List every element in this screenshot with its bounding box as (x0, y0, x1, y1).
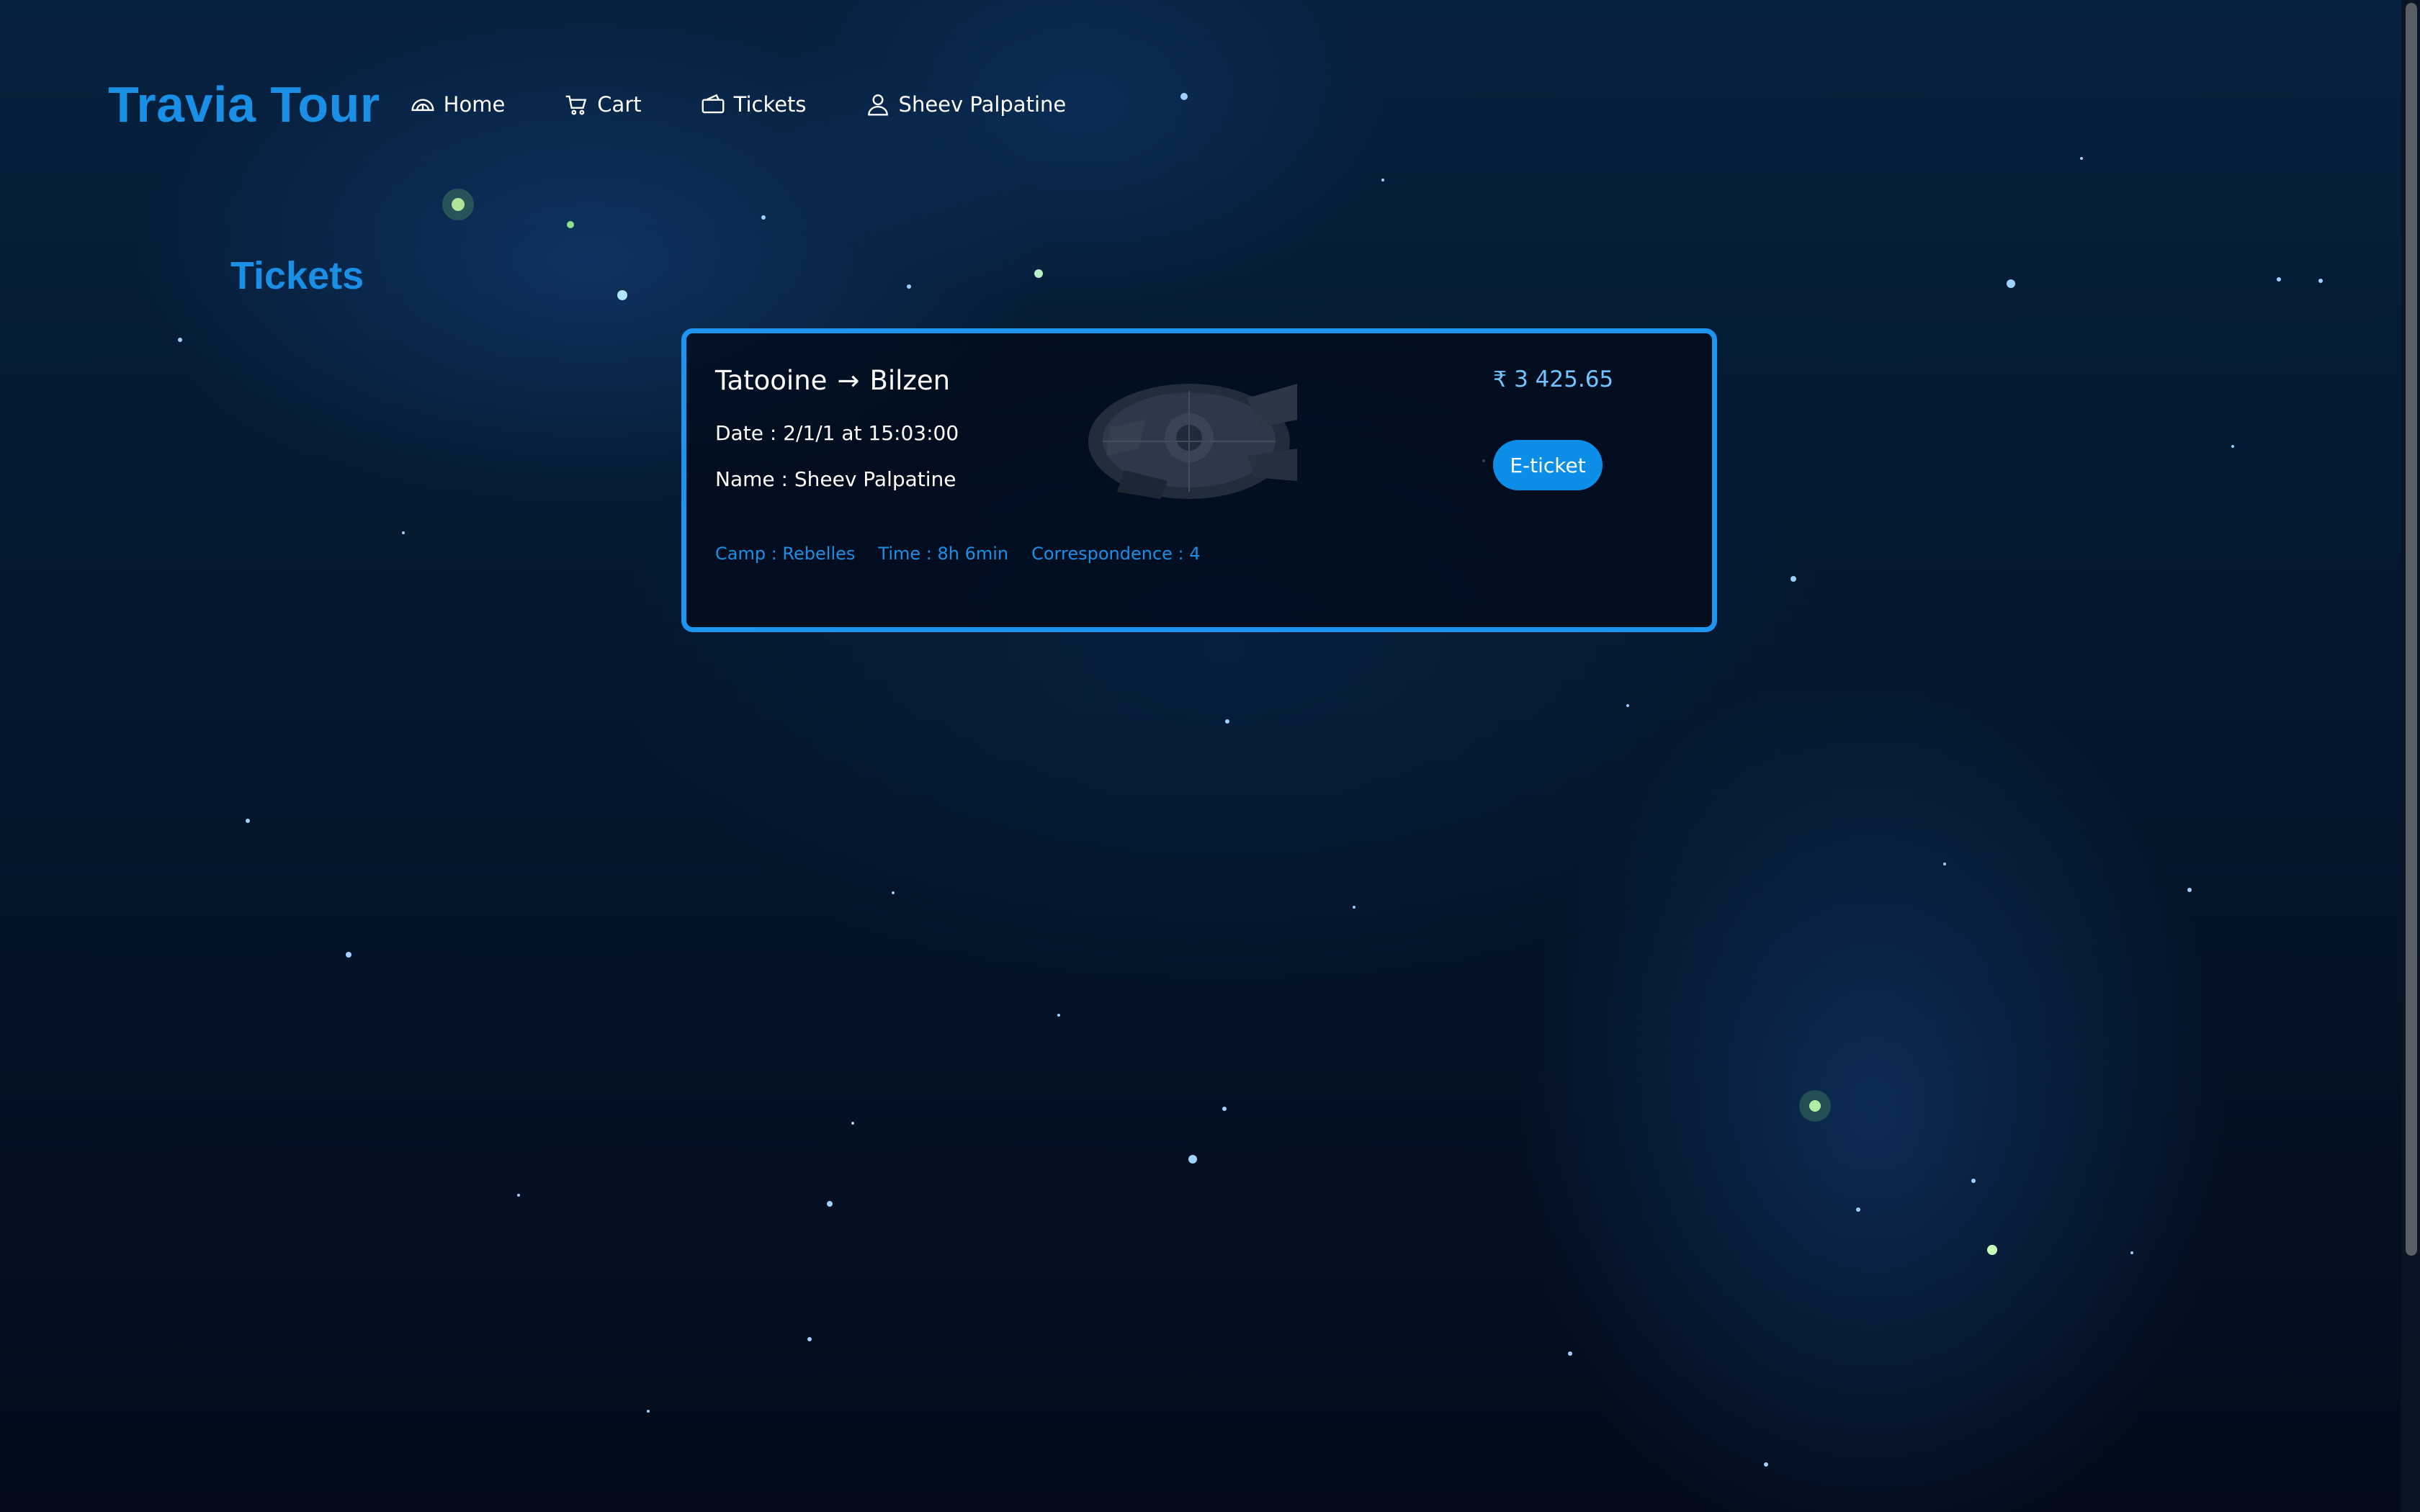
nav-label-home: Home (443, 92, 506, 117)
top-navigation: Travia Tour Home Cart Tickets Sheev Palp… (108, 72, 1124, 137)
nav-label-tickets: Tickets (733, 92, 807, 117)
spaceship-icon (1088, 384, 1297, 499)
starfield-background (178, 93, 2323, 1467)
ticket-icon (702, 94, 725, 114)
home-dome-icon (411, 99, 434, 112)
scrollbar[interactable] (2401, 0, 2420, 1512)
scrollbar-thumb[interactable] (2406, 3, 2417, 1256)
cart-icon (566, 95, 587, 115)
route-arrow: → (837, 365, 860, 396)
nav-label-cart: Cart (597, 92, 642, 117)
user-icon (867, 94, 888, 116)
nav-item-tickets[interactable]: Tickets (699, 91, 807, 118)
eticket-button[interactable]: E-ticket (1493, 440, 1603, 490)
nav-item-cart[interactable]: Cart (563, 91, 642, 118)
site-logo[interactable]: Travia Tour (108, 76, 380, 133)
ticket-meta: Camp : Rebelles Time : 8h 6min Correspon… (715, 544, 1201, 564)
ticket-passenger-name: Name : Sheev Palpatine (715, 467, 956, 491)
route-destination: Bilzen (869, 365, 951, 396)
ticket-route: Tatooine → Bilzen (715, 365, 950, 396)
ticket-price: ₹ 3 425.65 (1493, 366, 1613, 392)
ticket-camp: Camp : Rebelles (715, 544, 856, 564)
currency-symbol: ₹ (1493, 366, 1507, 392)
nav-item-profile[interactable]: Sheev Palpatine (864, 91, 1067, 118)
route-origin: Tatooine (715, 365, 828, 396)
price-value: 3 425.65 (1514, 366, 1614, 392)
ticket-duration: Time : 8h 6min (878, 544, 1009, 564)
ticket-correspondence: Correspondence : 4 (1031, 544, 1201, 564)
nav-label-profile: Sheev Palpatine (898, 92, 1067, 117)
page-title: Tickets (230, 254, 364, 297)
nav-item-home[interactable]: Home (409, 91, 506, 118)
ticket-date: Date : 2/1/1 at 15:03:00 (715, 421, 959, 445)
ticket-card: Tatooine → Bilzen Date : 2/1/1 at 15:03:… (681, 328, 1717, 632)
